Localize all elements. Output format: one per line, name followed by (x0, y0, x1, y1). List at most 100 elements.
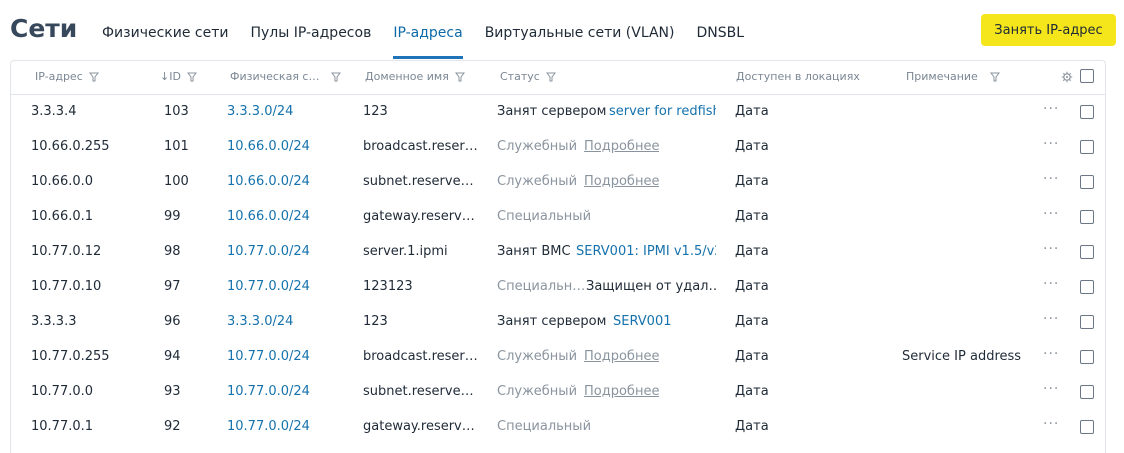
column-header-id[interactable]: ↓ID (160, 70, 197, 83)
status-text: Служебный (497, 174, 578, 189)
filter-icon[interactable] (186, 72, 197, 82)
domain-cell: 123 (363, 314, 388, 329)
filter-icon[interactable] (88, 72, 99, 82)
ip-cell: 10.77.0.10 (31, 279, 102, 294)
tab-dnsbl[interactable]: DNSBL (696, 25, 744, 59)
row-menu-button[interactable]: ··· (1043, 136, 1059, 152)
location-cell: Дата (735, 384, 769, 399)
network-link[interactable]: 10.66.0.0/24 (227, 139, 310, 154)
row-menu-button[interactable]: ··· (1043, 276, 1059, 292)
ip-cell: 3.3.3.3 (31, 314, 77, 329)
row-checkbox[interactable] (1080, 350, 1094, 364)
row-checkbox[interactable] (1080, 315, 1094, 329)
column-settings-gear-icon[interactable] (1061, 71, 1073, 83)
network-link[interactable]: 10.77.0.0/24 (227, 244, 310, 259)
network-link[interactable]: 3.3.3.0/24 (227, 314, 293, 329)
id-cell: 100 (164, 174, 189, 189)
table-row[interactable]: 10.77.0.1 92 10.77.0.0/24 gateway.reserv… (11, 410, 1105, 445)
row-checkbox[interactable] (1080, 420, 1094, 434)
row-menu-button[interactable]: ··· (1043, 241, 1059, 257)
column-header-status[interactable]: Статус (500, 70, 556, 83)
table-row[interactable]: 10.66.0.0 100 10.66.0.0/24 subnet.reserv… (11, 165, 1105, 200)
id-cell: 101 (164, 139, 189, 154)
ip-cell: 10.77.0.255 (31, 349, 110, 364)
row-checkbox[interactable] (1080, 105, 1094, 119)
status-text: Занят сервером (497, 104, 607, 119)
network-link[interactable]: 10.77.0.0/24 (227, 384, 310, 399)
network-link[interactable]: 10.77.0.0/24 (227, 419, 310, 434)
select-all-checkbox[interactable] (1080, 69, 1094, 83)
column-header-network[interactable]: Физическая с… (230, 70, 342, 83)
domain-cell: broadcast.reser… (363, 349, 478, 364)
row-checkbox[interactable] (1080, 175, 1094, 189)
domain-cell: gateway.reserv… (363, 209, 475, 224)
table-row[interactable]: 10.77.0.10 97 10.77.0.0/24 123123 Специа… (11, 270, 1105, 305)
row-checkbox[interactable] (1080, 280, 1094, 294)
table-row[interactable]: 3.3.3.4 103 3.3.3.0/24 123 Занят серверо… (11, 95, 1105, 130)
network-link[interactable]: 10.66.0.0/24 (227, 174, 310, 189)
filter-icon[interactable] (454, 72, 465, 82)
network-link[interactable]: 10.77.0.0/24 (227, 279, 310, 294)
column-label-note: Примечание (906, 70, 978, 83)
ip-table: IP-адрес ↓ID Физическая с… Доменное имя … (10, 60, 1106, 453)
id-cell: 93 (164, 384, 181, 399)
row-checkbox[interactable] (1080, 245, 1094, 259)
row-menu-button[interactable]: ··· (1043, 171, 1059, 187)
row-menu-button[interactable]: ··· (1043, 311, 1059, 327)
column-header-locations[interactable]: Доступен в локациях (736, 70, 860, 83)
row-checkbox[interactable] (1080, 210, 1094, 224)
row-menu-button[interactable]: ··· (1043, 206, 1059, 222)
filter-icon[interactable] (989, 72, 1000, 82)
note-cell: Service IP address (902, 349, 1022, 364)
page-title: Сети (10, 14, 78, 43)
row-menu-button[interactable]: ··· (1043, 381, 1059, 397)
tab-physical-networks[interactable]: Физические сети (102, 25, 228, 59)
status-text: Служебный (497, 139, 578, 154)
filter-icon[interactable] (331, 72, 342, 82)
tab-vlan[interactable]: Виртуальные сети (VLAN) (485, 25, 675, 59)
table-row[interactable]: 10.77.0.0 93 10.77.0.0/24 subnet.reserve… (11, 375, 1105, 410)
status-text: Занят сервером (497, 314, 607, 329)
row-menu-button[interactable]: ··· (1043, 101, 1059, 117)
row-checkbox[interactable] (1080, 140, 1094, 154)
details-link[interactable]: Подробнее (584, 384, 659, 399)
status-detail-link[interactable]: server for redfish (609, 104, 716, 119)
table-header: IP-адрес ↓ID Физическая с… Доменное имя … (11, 61, 1105, 95)
ip-cell: 10.77.0.12 (31, 244, 102, 259)
network-link[interactable]: 10.66.0.0/24 (227, 209, 310, 224)
filter-icon[interactable] (545, 72, 556, 82)
row-menu-button[interactable]: ··· (1043, 346, 1059, 362)
details-link[interactable]: Подробнее (584, 174, 659, 189)
status-text: Занят BMC (497, 244, 571, 259)
allocate-ip-button[interactable]: Занять IP-адрес (981, 14, 1116, 46)
table-row[interactable]: 10.66.0.255 101 10.66.0.0/24 broadcast.r… (11, 130, 1105, 165)
details-link[interactable]: Подробнее (584, 139, 659, 154)
id-cell: 98 (164, 244, 181, 259)
ip-cell: 10.66.0.0 (31, 174, 94, 189)
location-cell: Дата (735, 419, 769, 434)
table-row[interactable]: 3.3.3.3 96 3.3.3.0/24 123 Занят сервером… (11, 305, 1105, 340)
column-header-note[interactable]: Примечание (906, 70, 1000, 83)
row-checkbox[interactable] (1080, 385, 1094, 399)
network-link[interactable]: 3.3.3.0/24 (227, 104, 293, 119)
row-menu-button[interactable]: ··· (1043, 416, 1059, 432)
table-row[interactable]: 10.66.0.1 99 10.66.0.0/24 gateway.reserv… (11, 200, 1105, 235)
tab-ip-addresses[interactable]: IP-адреса (393, 25, 464, 59)
status-detail-link[interactable]: SERV001 (613, 314, 672, 329)
table-row[interactable]: 10.77.0.12 98 10.77.0.0/24 server.1.ipmi… (11, 235, 1105, 270)
column-header-ip[interactable]: IP-адрес (35, 70, 99, 83)
id-cell: 97 (164, 279, 181, 294)
page-header: Сети Физические сети Пулы IP-адресов IP-… (0, 0, 1124, 60)
id-cell: 92 (164, 419, 181, 434)
details-link[interactable]: Подробнее (584, 349, 659, 364)
domain-cell: broadcast.reser… (363, 139, 478, 154)
status-detail-link[interactable]: SERV001: IPMI v1.5/v2 (576, 244, 716, 259)
column-label-id: ↓ID (160, 70, 181, 83)
column-header-domain[interactable]: Доменное имя (365, 70, 465, 83)
table-row[interactable]: 10.77.0.255 94 10.77.0.0/24 broadcast.re… (11, 340, 1105, 375)
location-cell: Дата (735, 314, 769, 329)
network-link[interactable]: 10.77.0.0/24 (227, 349, 310, 364)
table-body: 3.3.3.4 103 3.3.3.0/24 123 Занят серверо… (11, 95, 1105, 445)
tab-ip-pools[interactable]: Пулы IP-адресов (250, 25, 371, 59)
location-cell: Дата (735, 139, 769, 154)
